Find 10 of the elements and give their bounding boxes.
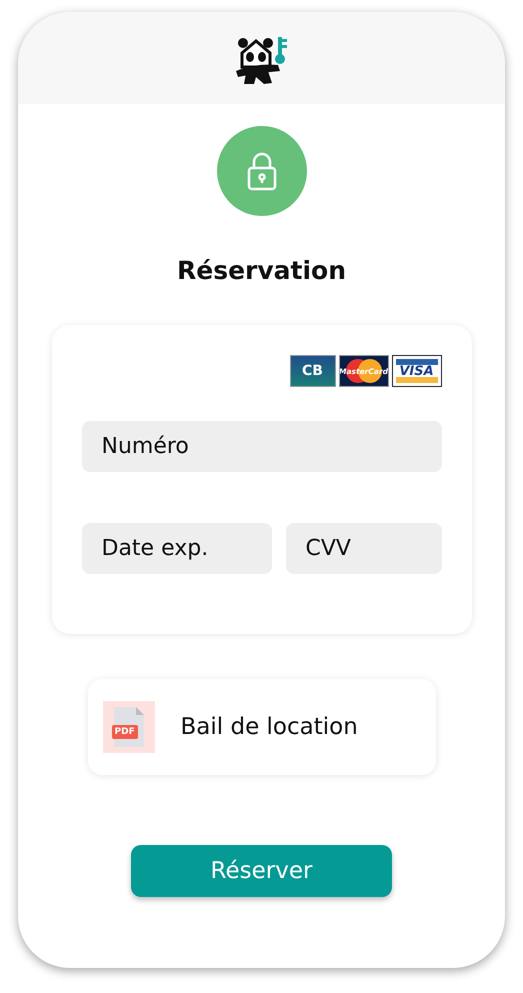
page-title: Réservation xyxy=(176,256,346,285)
cvv-field[interactable]: CVV xyxy=(286,523,442,574)
pdf-label: PDF xyxy=(112,725,138,739)
card-number-field[interactable]: Numéro xyxy=(82,421,442,472)
lock-icon xyxy=(246,151,278,191)
document-card[interactable]: PDF Bail de location xyxy=(88,679,436,775)
expiry-date-field[interactable]: Date exp. xyxy=(82,523,272,574)
cb-logo: CB xyxy=(290,355,336,387)
visa-logo: VISA xyxy=(392,355,442,387)
document-label: Bail de location xyxy=(180,714,358,740)
